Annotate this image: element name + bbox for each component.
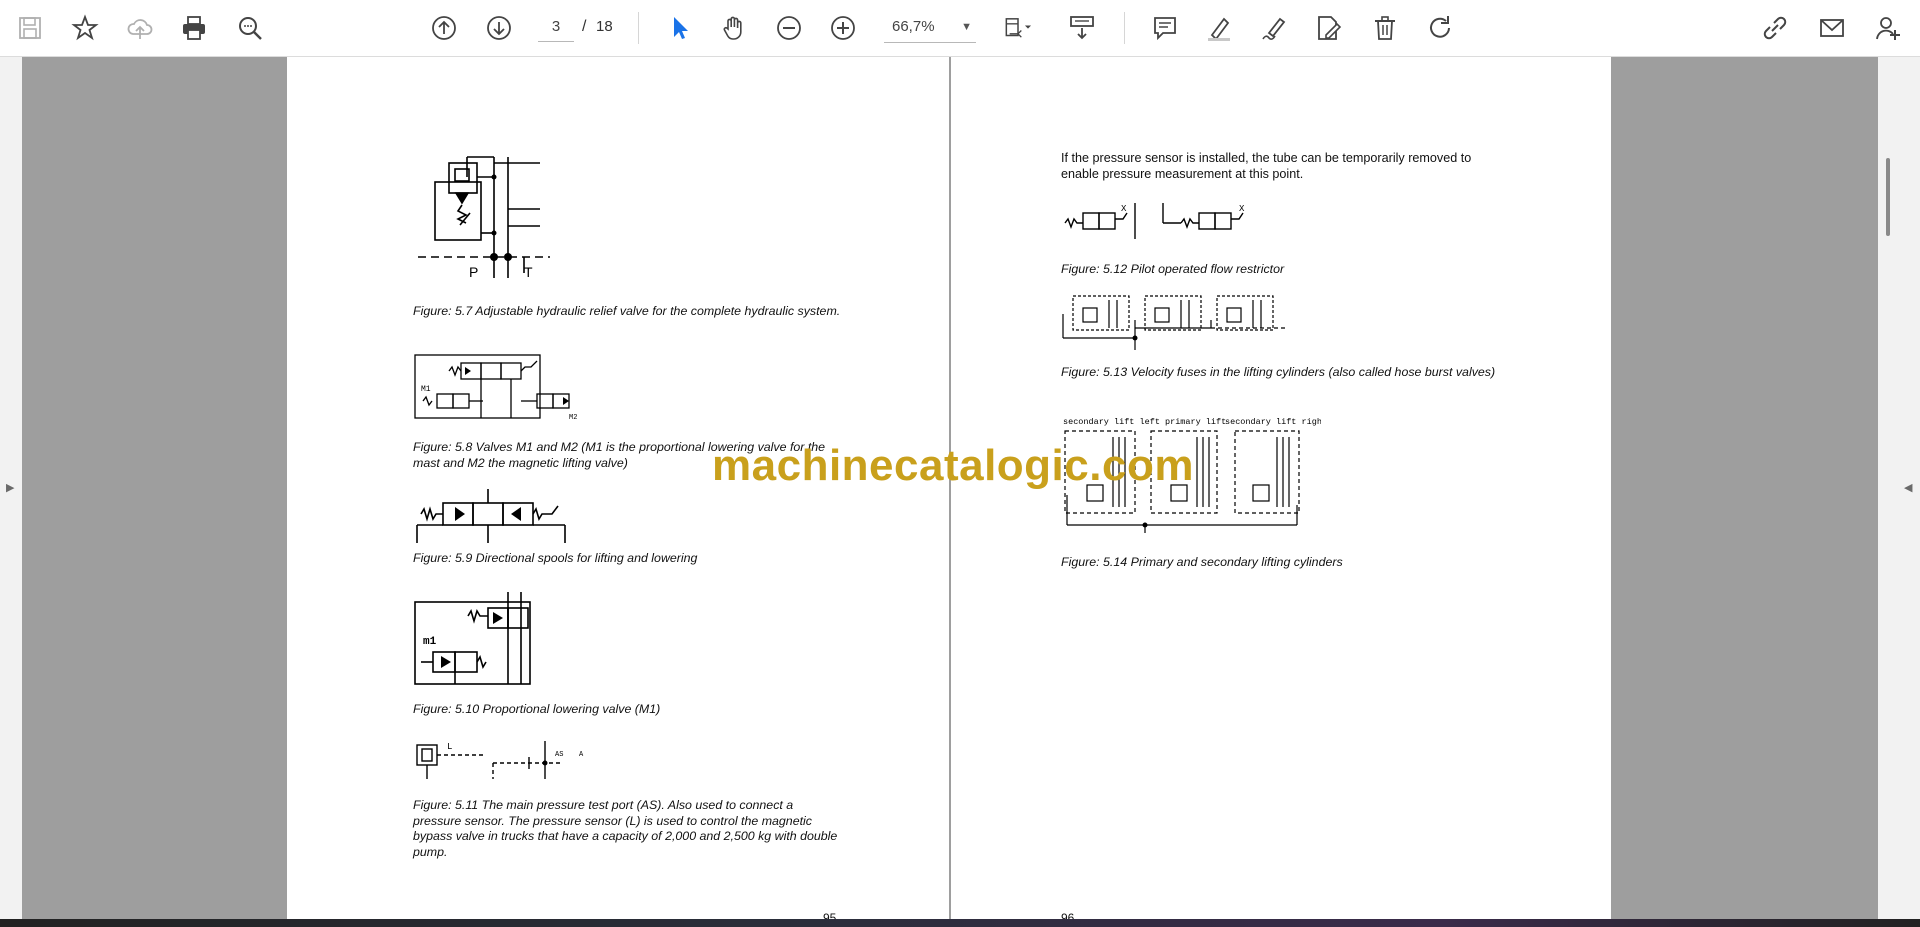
share-link-icon[interactable]	[1757, 10, 1793, 46]
label-x-2: X	[1239, 204, 1245, 214]
figure-5-7-diagram: P T	[412, 153, 552, 283]
save-icon[interactable]	[12, 10, 48, 46]
figure-5-9-diagram	[415, 487, 571, 545]
label-primary-lift: primary lift	[1165, 417, 1226, 427]
label-secondary-lift-right: secondary lift right	[1225, 417, 1321, 427]
sign-icon[interactable]	[1256, 10, 1292, 46]
figure-5-13-diagram	[1061, 290, 1291, 350]
print-icon[interactable]	[176, 10, 212, 46]
label-p: P	[469, 264, 478, 280]
vertical-scrollbar-thumb[interactable]	[1886, 158, 1890, 236]
figure-5-10-diagram: m1	[413, 588, 543, 688]
label-m1-large: m1	[423, 636, 437, 648]
figure-5-8-diagram: M1 M2	[413, 353, 583, 423]
caption-figure-5-14: Figure: 5.14 Primary and secondary lifti…	[1061, 555, 1343, 569]
label-t: T	[524, 264, 533, 280]
label-m1: M1	[421, 385, 431, 394]
left-pane-collapsed[interactable]: ▶	[0, 57, 22, 919]
zoom-out-icon[interactable]	[771, 10, 807, 46]
label-x-1: X	[1121, 204, 1127, 214]
expand-left-arrow-icon[interactable]: ▶	[6, 481, 14, 494]
figure-5-12-diagram: X X	[1061, 197, 1261, 247]
chevron-down-icon: ▼	[961, 21, 972, 33]
label-m2: M2	[569, 414, 577, 422]
zoom-search-icon[interactable]	[232, 10, 268, 46]
taskbar-strip	[0, 919, 1920, 927]
scroll-mode-icon[interactable]	[1064, 10, 1100, 46]
edit-pdf-icon[interactable]	[1310, 10, 1346, 46]
watermark-text: machinecatalogic.com	[712, 441, 1194, 490]
toolbar: 3 / 18 66,7% ▼	[0, 0, 1920, 57]
label-a: A	[579, 751, 584, 759]
caption-figure-5-10: Figure: 5.10 Proportional lowering valve…	[413, 702, 661, 716]
figure-5-11-diagram: L AS A	[413, 737, 593, 787]
add-user-icon[interactable]	[1870, 10, 1906, 46]
highlight-pen-icon[interactable]	[1201, 10, 1237, 46]
toolbar-divider	[1124, 12, 1125, 44]
hand-tool-icon[interactable]	[716, 10, 752, 46]
select-cursor-icon[interactable]	[662, 10, 698, 46]
page-separator: /	[582, 18, 587, 35]
page-down-icon[interactable]	[481, 10, 517, 46]
cloud-upload-icon[interactable]	[122, 10, 158, 46]
zoom-in-icon[interactable]	[825, 10, 861, 46]
toolbar-divider	[638, 12, 639, 44]
page-up-icon[interactable]	[426, 10, 462, 46]
rotate-icon[interactable]	[1422, 10, 1458, 46]
fit-page-icon[interactable]	[996, 10, 1040, 46]
label-as: AS	[555, 751, 563, 759]
label-l: L	[447, 742, 452, 752]
right-pane-collapsed[interactable]: ◀	[1878, 57, 1920, 919]
zoom-select[interactable]: 66,7% ▼	[884, 12, 976, 43]
caption-figure-5-9: Figure: 5.9 Directional spools for lifti…	[413, 551, 698, 565]
intro-paragraph: If the pressure sensor is installed, the…	[1061, 151, 1472, 181]
zoom-value: 66,7%	[892, 18, 935, 35]
mail-icon[interactable]	[1814, 10, 1850, 46]
expand-right-arrow-icon[interactable]: ◀	[1904, 481, 1912, 494]
comment-icon[interactable]	[1147, 10, 1183, 46]
label-secondary-lift-left: secondary lift left	[1063, 417, 1160, 427]
caption-figure-5-12: Figure: 5.12 Pilot operated flow restric…	[1061, 262, 1285, 276]
caption-figure-5-7: Figure: 5.7 Adjustable hydraulic relief …	[413, 304, 841, 318]
bookmark-star-icon[interactable]	[67, 10, 103, 46]
delete-icon[interactable]	[1367, 10, 1403, 46]
page-number-input[interactable]: 3	[538, 13, 574, 42]
caption-figure-5-11: Figure: 5.11 The main pressure test port…	[413, 798, 838, 859]
total-pages: 18	[596, 18, 613, 35]
caption-figure-5-13: Figure: 5.13 Velocity fuses in the lifti…	[1061, 365, 1496, 379]
